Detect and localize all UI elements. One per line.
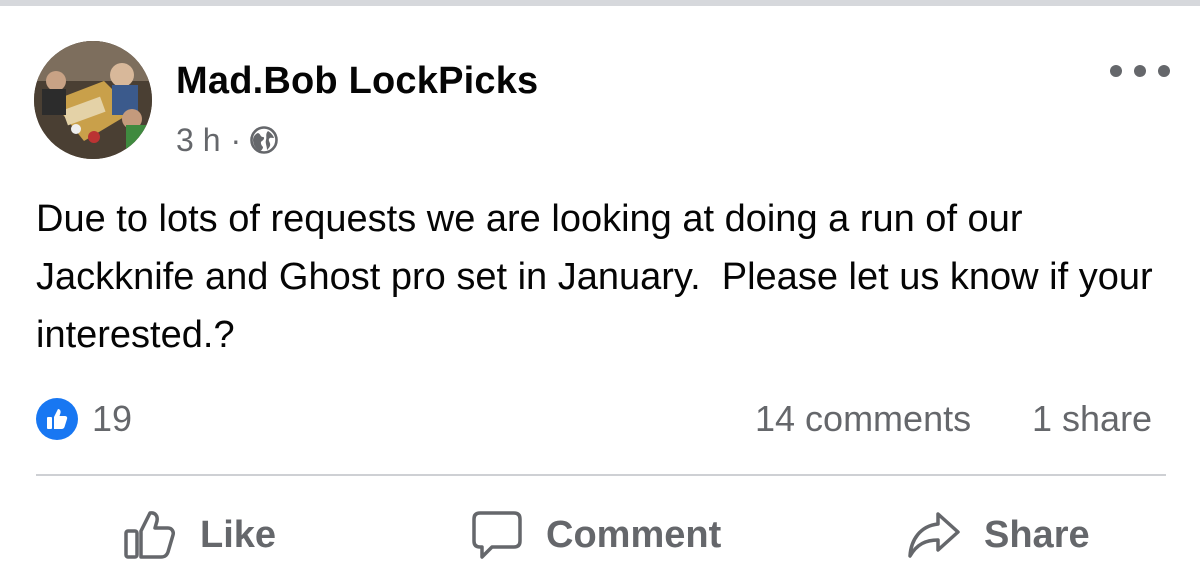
avatar-photo xyxy=(34,41,152,159)
like-button[interactable]: Like xyxy=(122,505,276,565)
more-dot-icon xyxy=(1158,65,1170,77)
shares-count[interactable]: 1 share xyxy=(1032,398,1152,440)
author-name[interactable]: Mad.Bob LockPicks xyxy=(176,60,538,103)
more-dot-icon xyxy=(1134,65,1146,77)
avatar[interactable] xyxy=(34,41,152,159)
top-border xyxy=(0,0,1200,6)
thumbs-up-icon[interactable] xyxy=(36,398,78,440)
reaction-count[interactable]: 19 xyxy=(92,398,132,440)
like-label: Like xyxy=(200,513,277,556)
globe-icon[interactable] xyxy=(249,125,279,155)
share-label: Share xyxy=(984,513,1090,556)
share-button[interactable]: Share xyxy=(906,505,1090,565)
divider xyxy=(36,474,1166,476)
thumbs-up-outline-icon xyxy=(124,511,175,559)
more-dot-icon xyxy=(1110,65,1122,77)
comments-count[interactable]: 14 comments xyxy=(755,398,971,440)
post-meta: 3 h · xyxy=(176,118,279,162)
more-options-button[interactable] xyxy=(1110,56,1170,86)
meta-separator: · xyxy=(230,121,242,158)
comment-button[interactable]: Comment xyxy=(470,505,721,565)
post-text: Due to lots of requests we are looking a… xyxy=(36,198,1164,356)
comment-label: Comment xyxy=(546,513,722,556)
comment-bubble-icon xyxy=(472,511,522,559)
share-arrow-icon xyxy=(908,512,960,558)
post-time[interactable]: 3 h xyxy=(176,122,220,159)
